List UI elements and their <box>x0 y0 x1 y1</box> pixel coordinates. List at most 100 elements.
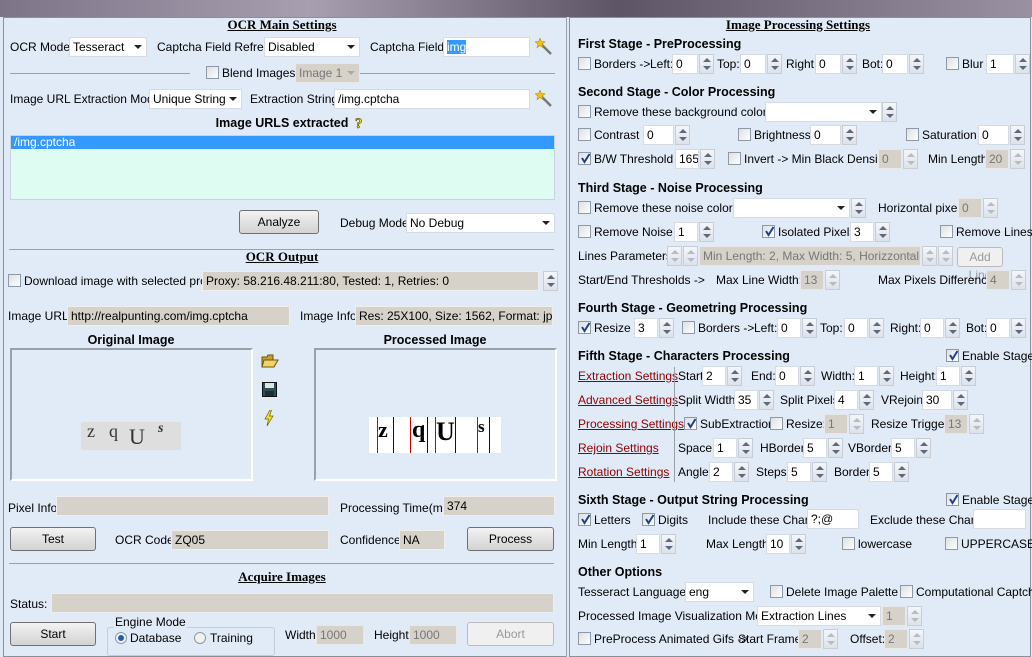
ocr-mode-combo[interactable]: Tesseract <box>69 37 147 57</box>
uppercase-checkbox[interactable] <box>945 537 958 550</box>
offset-input-spinner[interactable] <box>909 629 924 649</box>
min-black-density-input-spinner[interactable] <box>903 149 918 169</box>
contrast-input-spinner[interactable] <box>675 125 690 145</box>
line-start-spinner[interactable] <box>667 246 682 266</box>
vrejoin-input-spinner[interactable] <box>953 390 968 410</box>
extraction-string-input[interactable]: /img.cptcha <box>334 89 530 109</box>
bot-4-input[interactable]: 0 <box>986 318 1010 338</box>
enable-stage-6-checkbox[interactable] <box>946 493 959 506</box>
height-5-input-spinner[interactable] <box>961 366 976 386</box>
resize-input[interactable]: 3 <box>634 318 658 338</box>
brightness-input-spinner[interactable] <box>842 125 857 145</box>
exclude-chars-input[interactable] <box>973 509 1026 529</box>
preprocess-gifs-checkbox[interactable] <box>578 632 591 645</box>
digits-checkbox[interactable] <box>642 513 655 526</box>
top-input-spinner[interactable] <box>767 54 782 74</box>
split-pixels-input[interactable]: 4 <box>834 390 858 410</box>
right-4-input-spinner[interactable] <box>945 318 960 338</box>
enable-stage-5-checkbox[interactable] <box>946 349 959 362</box>
remove-noise-colors-checkbox[interactable] <box>578 201 591 214</box>
magic-wand-icon[interactable] <box>534 89 553 111</box>
subextraction-checkbox[interactable] <box>684 417 697 430</box>
open-folder-icon[interactable] <box>261 353 279 372</box>
steps-input-spinner[interactable] <box>812 462 827 482</box>
resize-5-input-spinner[interactable] <box>849 414 864 434</box>
download-proxy-checkbox[interactable] <box>8 274 21 287</box>
resize-trigger-input-spinner[interactable] <box>969 414 984 434</box>
noise-colors-spinner[interactable] <box>851 198 866 218</box>
database-radio[interactable] <box>115 632 127 644</box>
include-chars-input[interactable]: ?;@ <box>807 509 859 529</box>
magic-wand-icon[interactable] <box>534 37 553 59</box>
start-input-spinner[interactable] <box>727 366 742 386</box>
blend-images-checkbox[interactable] <box>206 66 219 79</box>
isolated-pixels-input[interactable]: 3 <box>850 222 874 242</box>
test-button[interactable]: Test <box>10 527 96 551</box>
help-icon[interactable]: ? <box>354 115 366 134</box>
brightness-checkbox[interactable] <box>738 128 751 141</box>
vborder-input-spinner[interactable] <box>916 438 931 458</box>
tesseract-language-combo[interactable]: eng <box>685 582 754 602</box>
blur-checkbox[interactable] <box>946 57 959 70</box>
remove-lines-checkbox[interactable] <box>940 225 953 238</box>
resize-input-spinner[interactable] <box>659 318 674 338</box>
delete-palette-checkbox[interactable] <box>770 585 783 598</box>
end-input[interactable]: 0 <box>775 366 799 386</box>
line-b-spinner[interactable] <box>938 246 953 266</box>
debug-mode-combo[interactable]: No Debug <box>406 213 555 233</box>
right-input[interactable]: 0 <box>815 54 841 74</box>
extraction-mode-combo[interactable]: Unique String <box>149 89 242 109</box>
settings-link[interactable]: Extraction Settings <box>578 368 678 384</box>
resize-5-checkbox[interactable] <box>770 417 783 430</box>
letters-checkbox[interactable] <box>578 513 591 526</box>
width-5-input[interactable]: 1 <box>854 366 878 386</box>
visualization-mode-combo[interactable]: Extraction Lines <box>757 606 881 626</box>
max-length-input-spinner[interactable] <box>791 534 806 554</box>
bot-input[interactable]: 0 <box>882 54 908 74</box>
bw-threshold-checkbox[interactable] <box>578 152 591 165</box>
vrejoin-input[interactable]: 30 <box>922 390 952 410</box>
line-end-spinner[interactable] <box>683 246 698 266</box>
bot-4-input-spinner[interactable] <box>1011 318 1026 338</box>
remove-noise-input-spinner[interactable] <box>699 222 714 242</box>
left-4-input[interactable]: 0 <box>777 318 801 338</box>
remove-noise-input[interactable]: 1 <box>674 222 698 242</box>
max-length-input[interactable]: 10 <box>766 534 790 554</box>
angle-input-spinner[interactable] <box>734 462 749 482</box>
process-button[interactable]: Process <box>467 527 554 551</box>
space-input-spinner[interactable] <box>738 438 753 458</box>
remove-bg-colors-checkbox[interactable] <box>578 105 591 118</box>
contrast-checkbox[interactable] <box>578 128 591 141</box>
min-length-input-spinner[interactable] <box>1010 149 1025 169</box>
remove-noise-checkbox[interactable] <box>578 225 591 238</box>
isolated-pixels-input-spinner[interactable] <box>875 222 890 242</box>
top-4-input-spinner[interactable] <box>869 318 884 338</box>
right-input-spinner[interactable] <box>842 54 857 74</box>
saturation-input[interactable]: 0 <box>978 125 1009 145</box>
bg-colors-spinner[interactable] <box>882 102 897 122</box>
top-input[interactable]: 0 <box>740 54 766 74</box>
horizontal-pixels-input-spinner[interactable] <box>983 198 998 218</box>
split-width-input[interactable]: 35 <box>734 390 758 410</box>
height-5-input[interactable]: 1 <box>936 366 960 386</box>
image-url-list-item[interactable]: /img.cptcha <box>11 136 554 149</box>
min-length-6-input-spinner[interactable] <box>661 534 676 554</box>
brightness-input[interactable]: 0 <box>810 125 841 145</box>
visualization-number-input-spinner[interactable] <box>907 606 922 626</box>
settings-link[interactable]: Rotation Settings <box>578 464 669 480</box>
captcha-refresh-combo[interactable]: Disabled <box>264 37 360 57</box>
min-length-6-input[interactable]: 1 <box>636 534 660 554</box>
saturation-input-spinner[interactable] <box>1010 125 1025 145</box>
line-a-spinner[interactable] <box>922 246 937 266</box>
border-input[interactable]: 5 <box>869 462 893 482</box>
noise-colors-combo[interactable] <box>733 198 850 218</box>
blur-input-spinner[interactable] <box>1015 54 1030 74</box>
isolated-pixels-checkbox[interactable] <box>762 225 775 238</box>
steps-input[interactable]: 5 <box>787 462 811 482</box>
blur-input[interactable]: 1 <box>986 54 1014 74</box>
save-floppy-icon[interactable] <box>262 382 277 400</box>
space-input[interactable]: 1 <box>713 438 737 458</box>
bg-colors-combo[interactable] <box>765 102 882 122</box>
start-frame-input-spinner[interactable] <box>823 629 838 649</box>
settings-link[interactable]: Advanced Settings <box>578 392 678 408</box>
